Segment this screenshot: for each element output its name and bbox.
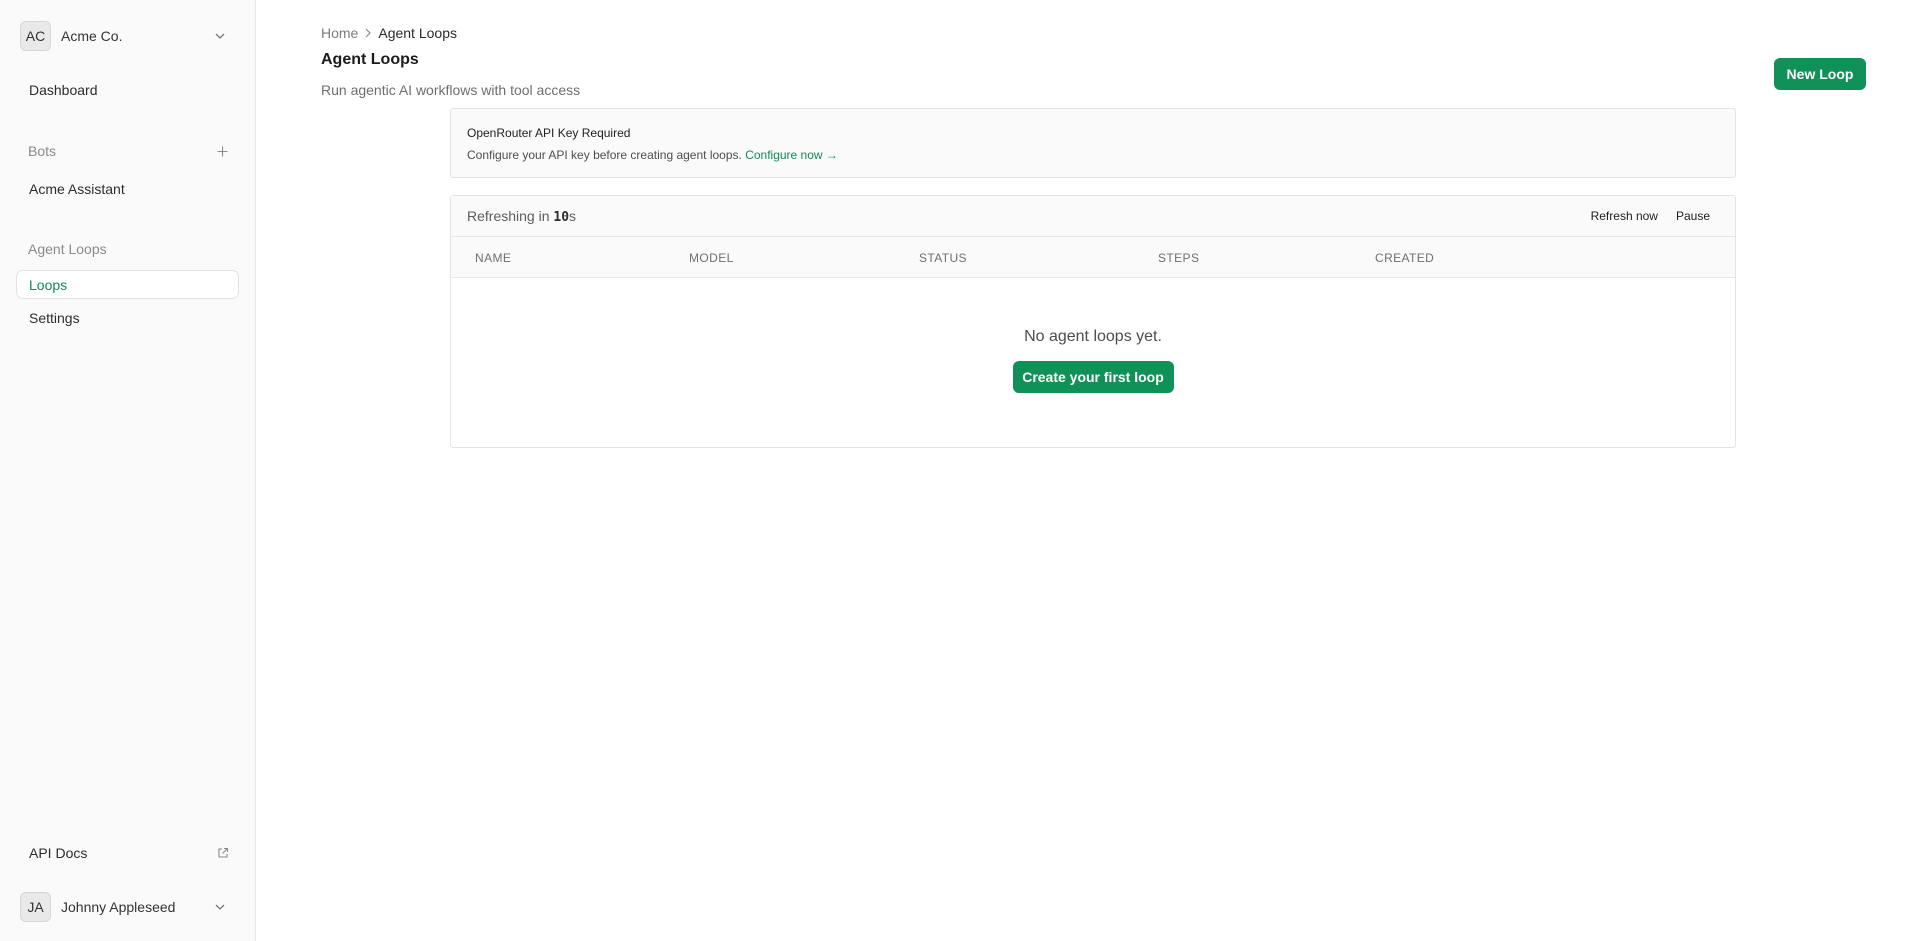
column-header-status[interactable]: STATUS — [919, 251, 967, 265]
external-link-icon — [217, 847, 229, 859]
column-header-steps[interactable]: STEPS — [1158, 251, 1199, 265]
column-header-created[interactable]: CREATED — [1375, 251, 1434, 265]
sidebar-item-dashboard[interactable]: Dashboard — [16, 75, 239, 104]
sidebar-item-settings[interactable]: Settings — [16, 303, 239, 332]
page-subtitle: Run agentic AI workflows with tool acces… — [321, 82, 581, 98]
sidebar-item-acme-assistant[interactable]: Acme Assistant — [16, 174, 239, 203]
sidebar-item-label: Settings — [29, 309, 80, 326]
section-label-bots: Bots — [28, 143, 57, 159]
alert-description: Configure your API key before creating a… — [467, 148, 1735, 162]
org-switcher[interactable]: AC Acme Co. — [20, 21, 228, 51]
user-switcher[interactable]: JA Johnny Appleseed — [20, 892, 228, 922]
user-name: Johnny Appleseed — [61, 899, 176, 915]
refresh-suffix: s — [569, 207, 577, 224]
sidebar-item-label: Dashboard — [29, 81, 98, 98]
plus-icon — [217, 146, 227, 156]
sidebar: AC Acme Co. Dashboard Bots Acme Assistan… — [0, 0, 256, 941]
chevron-down-icon — [212, 899, 228, 915]
refresh-actions: Refresh now Pause — [1582, 209, 1719, 223]
section-label-agent-loops: Agent Loops — [28, 241, 107, 257]
refresh-prefix: Refreshing in — [467, 207, 554, 224]
column-header-name[interactable]: NAME — [475, 251, 511, 265]
empty-message: No agent loops yet. — [1024, 328, 1162, 345]
add-bot-button[interactable] — [214, 143, 230, 159]
chevron-right-icon — [365, 28, 372, 38]
sidebar-item-label: Acme Assistant — [29, 180, 125, 197]
breadcrumb: Home Agent Loops — [321, 25, 457, 41]
column-header-model[interactable]: MODEL — [689, 251, 734, 265]
page-title: Agent Loops — [321, 51, 419, 68]
chevron-down-icon — [212, 28, 228, 44]
table-header-row: NAME MODEL STATUS STEPS CREATED — [451, 237, 1735, 278]
sidebar-item-label: Loops — [29, 276, 68, 293]
refresh-countdown: 10 — [553, 209, 570, 225]
alert-description-text: Configure your API key before creating a… — [467, 148, 742, 162]
sidebar-item-api-docs[interactable]: API Docs — [16, 840, 229, 866]
new-loop-button[interactable]: New Loop — [1774, 58, 1866, 90]
refresh-now-button[interactable]: Refresh now — [1582, 209, 1667, 223]
loops-table-card: Refreshing in 10s Refresh now Pause NAME… — [450, 195, 1736, 448]
org-name: Acme Co. — [61, 28, 123, 44]
user-avatar: JA — [20, 892, 51, 922]
pause-button[interactable]: Pause — [1667, 209, 1719, 223]
create-first-loop-button[interactable]: Create your first loop — [1012, 361, 1174, 393]
sidebar-item-loops[interactable]: Loops — [16, 270, 239, 299]
breadcrumb-current: Agent Loops — [378, 25, 457, 41]
refresh-bar: Refreshing in 10s Refresh now Pause — [451, 196, 1735, 237]
api-key-alert: OpenRouter API Key Required Configure yo… — [450, 108, 1736, 178]
alert-title: OpenRouter API Key Required — [467, 126, 631, 140]
org-avatar: AC — [20, 21, 51, 51]
configure-now-link[interactable]: Configure now → — [745, 148, 838, 162]
sidebar-item-label: API Docs — [29, 845, 88, 861]
breadcrumb-home[interactable]: Home — [321, 25, 358, 41]
empty-state: No agent loops yet. Create your first lo… — [451, 328, 1735, 393]
refresh-status: Refreshing in 10s — [467, 208, 576, 225]
